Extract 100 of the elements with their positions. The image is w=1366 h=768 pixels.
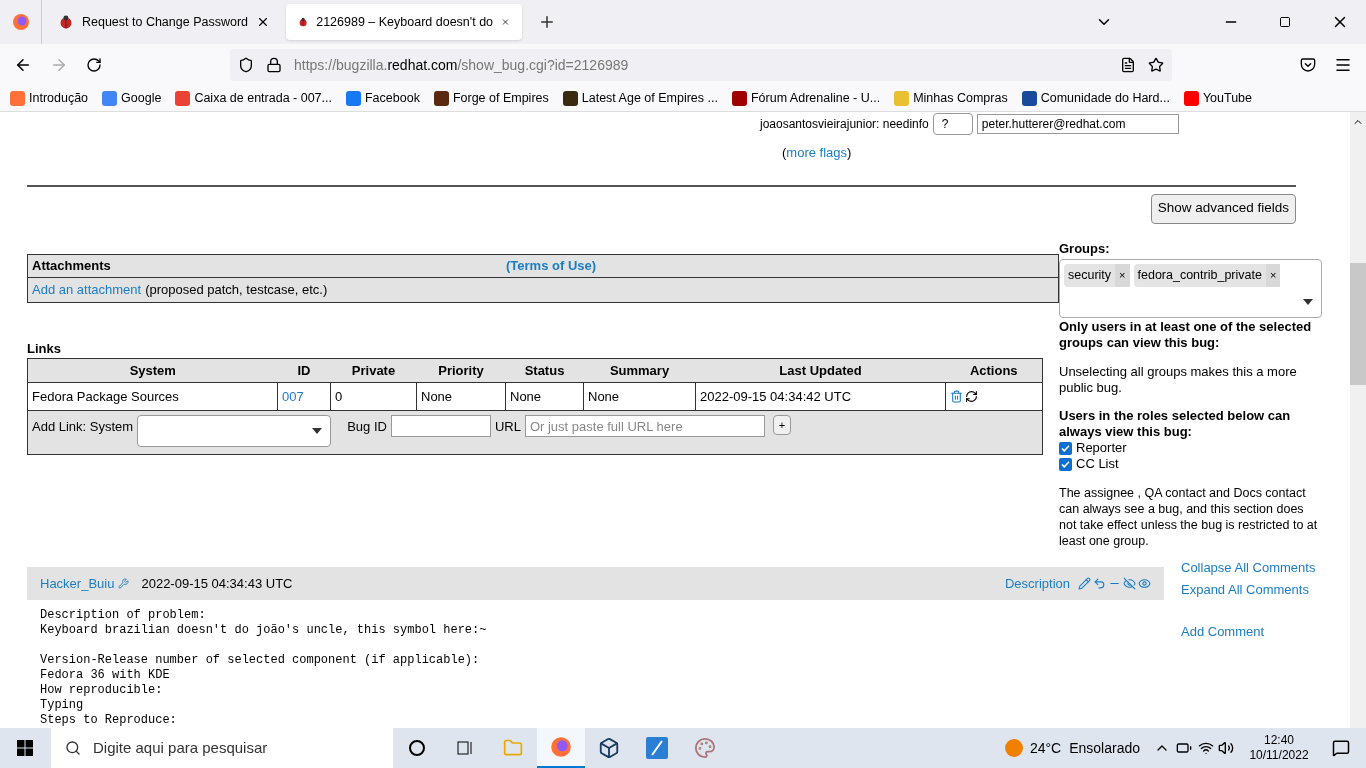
links-title: Links: [27, 339, 62, 358]
more-flags-link[interactable]: more flags: [786, 145, 848, 160]
roles-title: Users in the roles selected below can always view this bug:: [1059, 408, 1292, 440]
new-tab-icon[interactable]: [538, 13, 556, 31]
site-icon: [10, 91, 25, 106]
edit-icon[interactable]: [1078, 577, 1091, 590]
more-flags-text: (more flags): [782, 145, 852, 160]
url-field[interactable]: Or just paste full URL here: [524, 415, 765, 437]
add-link-button[interactable]: +: [772, 415, 791, 435]
bookmark-item[interactable]: Google: [102, 89, 162, 108]
requestee-field[interactable]: peter.hutterer@redhat.com: [976, 114, 1179, 134]
bookmark-item[interactable]: Latest Age of Empires ...: [562, 89, 718, 108]
table-cell: None: [583, 382, 696, 411]
comment-time: 2022-09-15 04:34:43 UTC: [141, 574, 293, 593]
reload-icon[interactable]: [86, 57, 102, 73]
close-icon[interactable]: [256, 15, 270, 29]
show-advanced-button[interactable]: Show advanced fields: [1150, 193, 1296, 224]
description-link[interactable]: Description: [1004, 573, 1070, 594]
circle-icon: [408, 739, 426, 757]
sun-icon: [1003, 738, 1024, 758]
attachments-title: Attachments: [32, 256, 112, 275]
taskbar-search-field[interactable]: Digite aqui para pesquisar: [51, 728, 393, 768]
dropdown-icon: [312, 428, 323, 434]
windows-icon[interactable]: [17, 740, 33, 756]
restore-icon[interactable]: [1279, 16, 1291, 28]
scrollbar-thumb[interactable]: [1350, 263, 1366, 385]
pocket-icon[interactable]: [1300, 57, 1316, 73]
address-bar[interactable]: https://bugzilla.redhat.com/show_bug.cgi?id=2126989: [230, 49, 1172, 81]
role-checkbox[interactable]: [1059, 441, 1072, 455]
bookmark-item[interactable]: Caixa de entrada - 007...: [175, 89, 332, 108]
table-cell: 0: [330, 382, 417, 411]
system-select[interactable]: [137, 415, 332, 447]
bug-icon: [58, 14, 74, 30]
search-icon: [65, 740, 81, 756]
site-icon: [562, 91, 578, 106]
bookmark-item[interactable]: Minhas Compras: [894, 89, 1008, 108]
cube-icon: [598, 737, 620, 759]
folder-icon: [503, 738, 523, 758]
notifications-icon[interactable]: [1332, 739, 1350, 757]
column-header: Priority: [416, 358, 506, 383]
clock-date: 10/11/2022: [1249, 748, 1309, 763]
role-checkbox[interactable]: [1059, 457, 1072, 471]
reply-icon[interactable]: [1093, 577, 1106, 590]
column-header: Last Updated: [695, 358, 946, 383]
bookmark-star-icon[interactable]: [1148, 57, 1164, 73]
group-tag: security ×: [1064, 264, 1130, 287]
wifi-icon[interactable]: [1198, 740, 1214, 756]
url-label: URL: [494, 418, 521, 436]
table-cell: None: [416, 382, 506, 411]
remove-tag-button[interactable]: ×: [1265, 264, 1281, 287]
hide-icon[interactable]: [1123, 577, 1136, 590]
bug-id-label: Bug ID: [347, 418, 387, 436]
show-icon[interactable]: [1138, 577, 1151, 590]
column-header: Private: [330, 358, 417, 383]
column-header: Status: [505, 358, 584, 383]
site-icon: [102, 91, 118, 106]
reader-view-icon[interactable]: [1120, 57, 1136, 73]
column-header: ID: [277, 358, 331, 383]
flag-select[interactable]: ?: [932, 113, 973, 135]
dropdown-icon: [1303, 299, 1313, 305]
groups-help-text: Unselecting all groups makes this a more public bug.: [1059, 364, 1298, 396]
author-link[interactable]: Hacker_Buiu: [40, 573, 115, 594]
battery-icon[interactable]: [1176, 740, 1192, 756]
url-text: https://bugzilla.redhat.com/show_bug.cgi?id=2126989: [294, 55, 629, 75]
role-label: CC List: [1076, 455, 1119, 474]
groups-field[interactable]: security × fedora_contrib_private ×: [1059, 259, 1322, 318]
menu-icon[interactable]: [1334, 56, 1352, 74]
clock-time: 12:40: [1264, 733, 1294, 748]
scrollbar[interactable]: [1350, 112, 1366, 728]
comment-action-link[interactable]: Expand All Comments: [1181, 579, 1316, 601]
lock-icon[interactable]: [266, 57, 282, 73]
firefox-icon: [550, 736, 572, 758]
comment-action-link[interactable]: Collapse All Comments: [1181, 557, 1316, 579]
back-icon[interactable]: [14, 56, 32, 74]
task-view-icon: [456, 739, 474, 757]
wrench-icon: [118, 578, 130, 589]
flag-setter: joaosantosvieirajunior: needinfo: [760, 116, 929, 133]
browser-tab[interactable]: Request to Change Password: [46, 4, 282, 40]
groups-title: Groups:: [1059, 239, 1111, 258]
site-icon: [894, 91, 910, 106]
refresh-icon[interactable]: [965, 390, 978, 403]
add-link-label: Add Link: System: [32, 418, 134, 436]
role-label: Reporter: [1076, 439, 1127, 458]
firefox-icon[interactable]: [11, 13, 30, 31]
volume-icon[interactable]: [1218, 740, 1234, 756]
bookmark-item[interactable]: Fórum Adrenaline - U...: [731, 89, 881, 108]
remove-tag-button[interactable]: ×: [1115, 264, 1130, 287]
bug-id-field[interactable]: [390, 415, 491, 437]
browser-tab[interactable]: 2126989 – Keyboard doesn't do: [286, 4, 522, 40]
bookmark-item[interactable]: Comunidade do Hard...: [1021, 89, 1170, 108]
bookmark-item[interactable]: Introdução: [10, 89, 89, 108]
delete-icon[interactable]: [950, 390, 963, 403]
bookmark-item[interactable]: Forge of Empires: [433, 89, 549, 108]
bookmark-item[interactable]: Facebook: [346, 89, 420, 108]
shield-icon[interactable]: [238, 57, 254, 73]
comment-text: Description of problem: Keyboard brazilian doesn't do joão's uncle, this symbol here:~ Version-Release number of selected component (if applicable): Fedora 36 with KDE How reproducible: Typing Steps to Reproduce:: [39, 607, 488, 728]
bookmark-item[interactable]: YouTube: [1183, 89, 1253, 108]
app-icon: [646, 737, 668, 759]
attachment-hint: (proposed patch, testcase, etc.): [145, 280, 328, 299]
comment-action-link[interactable]: Add Comment: [1181, 621, 1316, 643]
